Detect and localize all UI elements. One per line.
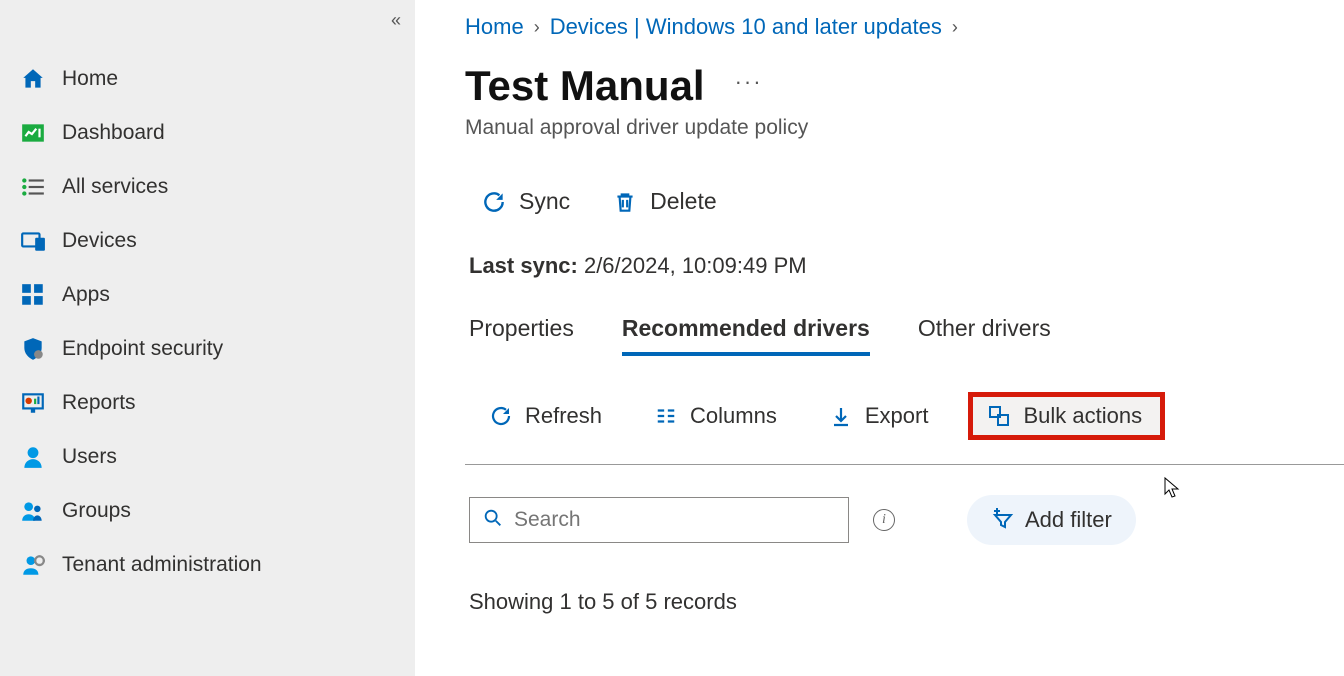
tab-recommended-drivers[interactable]: Recommended drivers [622,315,870,356]
download-icon [829,404,853,428]
sidebar-item-label: Devices [62,229,137,253]
reports-icon [20,390,46,416]
chevron-right-icon: › [952,17,958,38]
records-count: Showing 1 to 5 of 5 records [465,589,1344,615]
collapse-sidebar-button[interactable]: « [391,10,401,31]
shield-icon [20,336,46,362]
sidebar-item-reports[interactable]: Reports [0,376,415,430]
search-box[interactable] [469,497,849,543]
user-icon [20,444,46,470]
sync-button[interactable]: Sync [475,184,576,219]
last-sync: Last sync: 2/6/2024, 10:09:49 PM [465,253,1344,279]
apps-icon [20,282,46,308]
sidebar-item-endpoint-security[interactable]: Endpoint security [0,322,415,376]
sidebar-item-label: Endpoint security [62,337,223,361]
page-subtitle: Manual approval driver update policy [465,116,1344,140]
nav-list: Home Dashboard All services Devices Apps [0,52,415,592]
more-actions-button[interactable]: ··· [735,69,763,95]
devices-icon [20,228,46,254]
add-filter-label: Add filter [1025,507,1112,533]
refresh-label: Refresh [525,403,602,429]
columns-icon [654,404,678,428]
bulk-actions-button[interactable]: Bulk actions [968,392,1165,440]
sidebar-item-apps[interactable]: Apps [0,268,415,322]
add-filter-button[interactable]: Add filter [967,495,1136,545]
bulk-label: Bulk actions [1023,403,1142,429]
tab-properties[interactable]: Properties [469,315,574,356]
sync-label: Sync [519,188,570,215]
breadcrumb: Home › Devices | Windows 10 and later up… [465,14,1344,40]
page-title: Test Manual [465,62,705,110]
main-content: Home › Devices | Windows 10 and later up… [415,0,1344,676]
gear-user-icon [20,552,46,578]
dashboard-icon [20,120,46,146]
sidebar-item-label: Apps [62,283,110,307]
sync-icon [481,189,507,215]
bulk-icon [987,404,1011,428]
trash-icon [612,189,638,215]
add-filter-icon [991,505,1015,535]
sidebar-item-label: Tenant administration [62,553,262,577]
tabs: Properties Recommended drivers Other dri… [465,315,1344,356]
sidebar-item-label: Groups [62,499,131,523]
columns-button[interactable]: Columns [642,395,789,437]
search-input[interactable] [514,508,836,532]
breadcrumb-devices[interactable]: Devices | Windows 10 and later updates [550,14,942,40]
chevron-right-icon: › [534,17,540,38]
home-icon [20,66,46,92]
sidebar-item-all-services[interactable]: All services [0,160,415,214]
sidebar-item-users[interactable]: Users [0,430,415,484]
sidebar-item-devices[interactable]: Devices [0,214,415,268]
tab-other-drivers[interactable]: Other drivers [918,315,1051,356]
divider [465,464,1344,465]
export-label: Export [865,403,929,429]
sidebar-item-groups[interactable]: Groups [0,484,415,538]
info-icon[interactable]: i [873,509,895,531]
groups-icon [20,498,46,524]
refresh-icon [489,404,513,428]
sidebar-item-label: Users [62,445,117,469]
sidebar-item-label: Dashboard [62,121,165,145]
sidebar-item-label: All services [62,175,168,199]
sidebar: « Home Dashboard All services Devices [0,0,415,676]
sidebar-item-label: Home [62,67,118,91]
filter-row: i Add filter [465,495,1344,545]
refresh-button[interactable]: Refresh [477,395,614,437]
list-icon [20,174,46,200]
sidebar-item-tenant-administration[interactable]: Tenant administration [0,538,415,592]
sidebar-item-label: Reports [62,391,136,415]
delete-button[interactable]: Delete [606,184,722,219]
sidebar-item-dashboard[interactable]: Dashboard [0,106,415,160]
last-sync-label: Last sync: [469,253,578,278]
breadcrumb-home[interactable]: Home [465,14,524,40]
command-bar: Sync Delete [465,184,1344,219]
last-sync-value: 2/6/2024, 10:09:49 PM [584,253,807,278]
table-toolbar: Refresh Columns Export Bulk actions [465,392,1344,440]
sidebar-item-home[interactable]: Home [0,52,415,106]
search-icon [482,507,504,534]
export-button[interactable]: Export [817,395,941,437]
delete-label: Delete [650,188,716,215]
columns-label: Columns [690,403,777,429]
